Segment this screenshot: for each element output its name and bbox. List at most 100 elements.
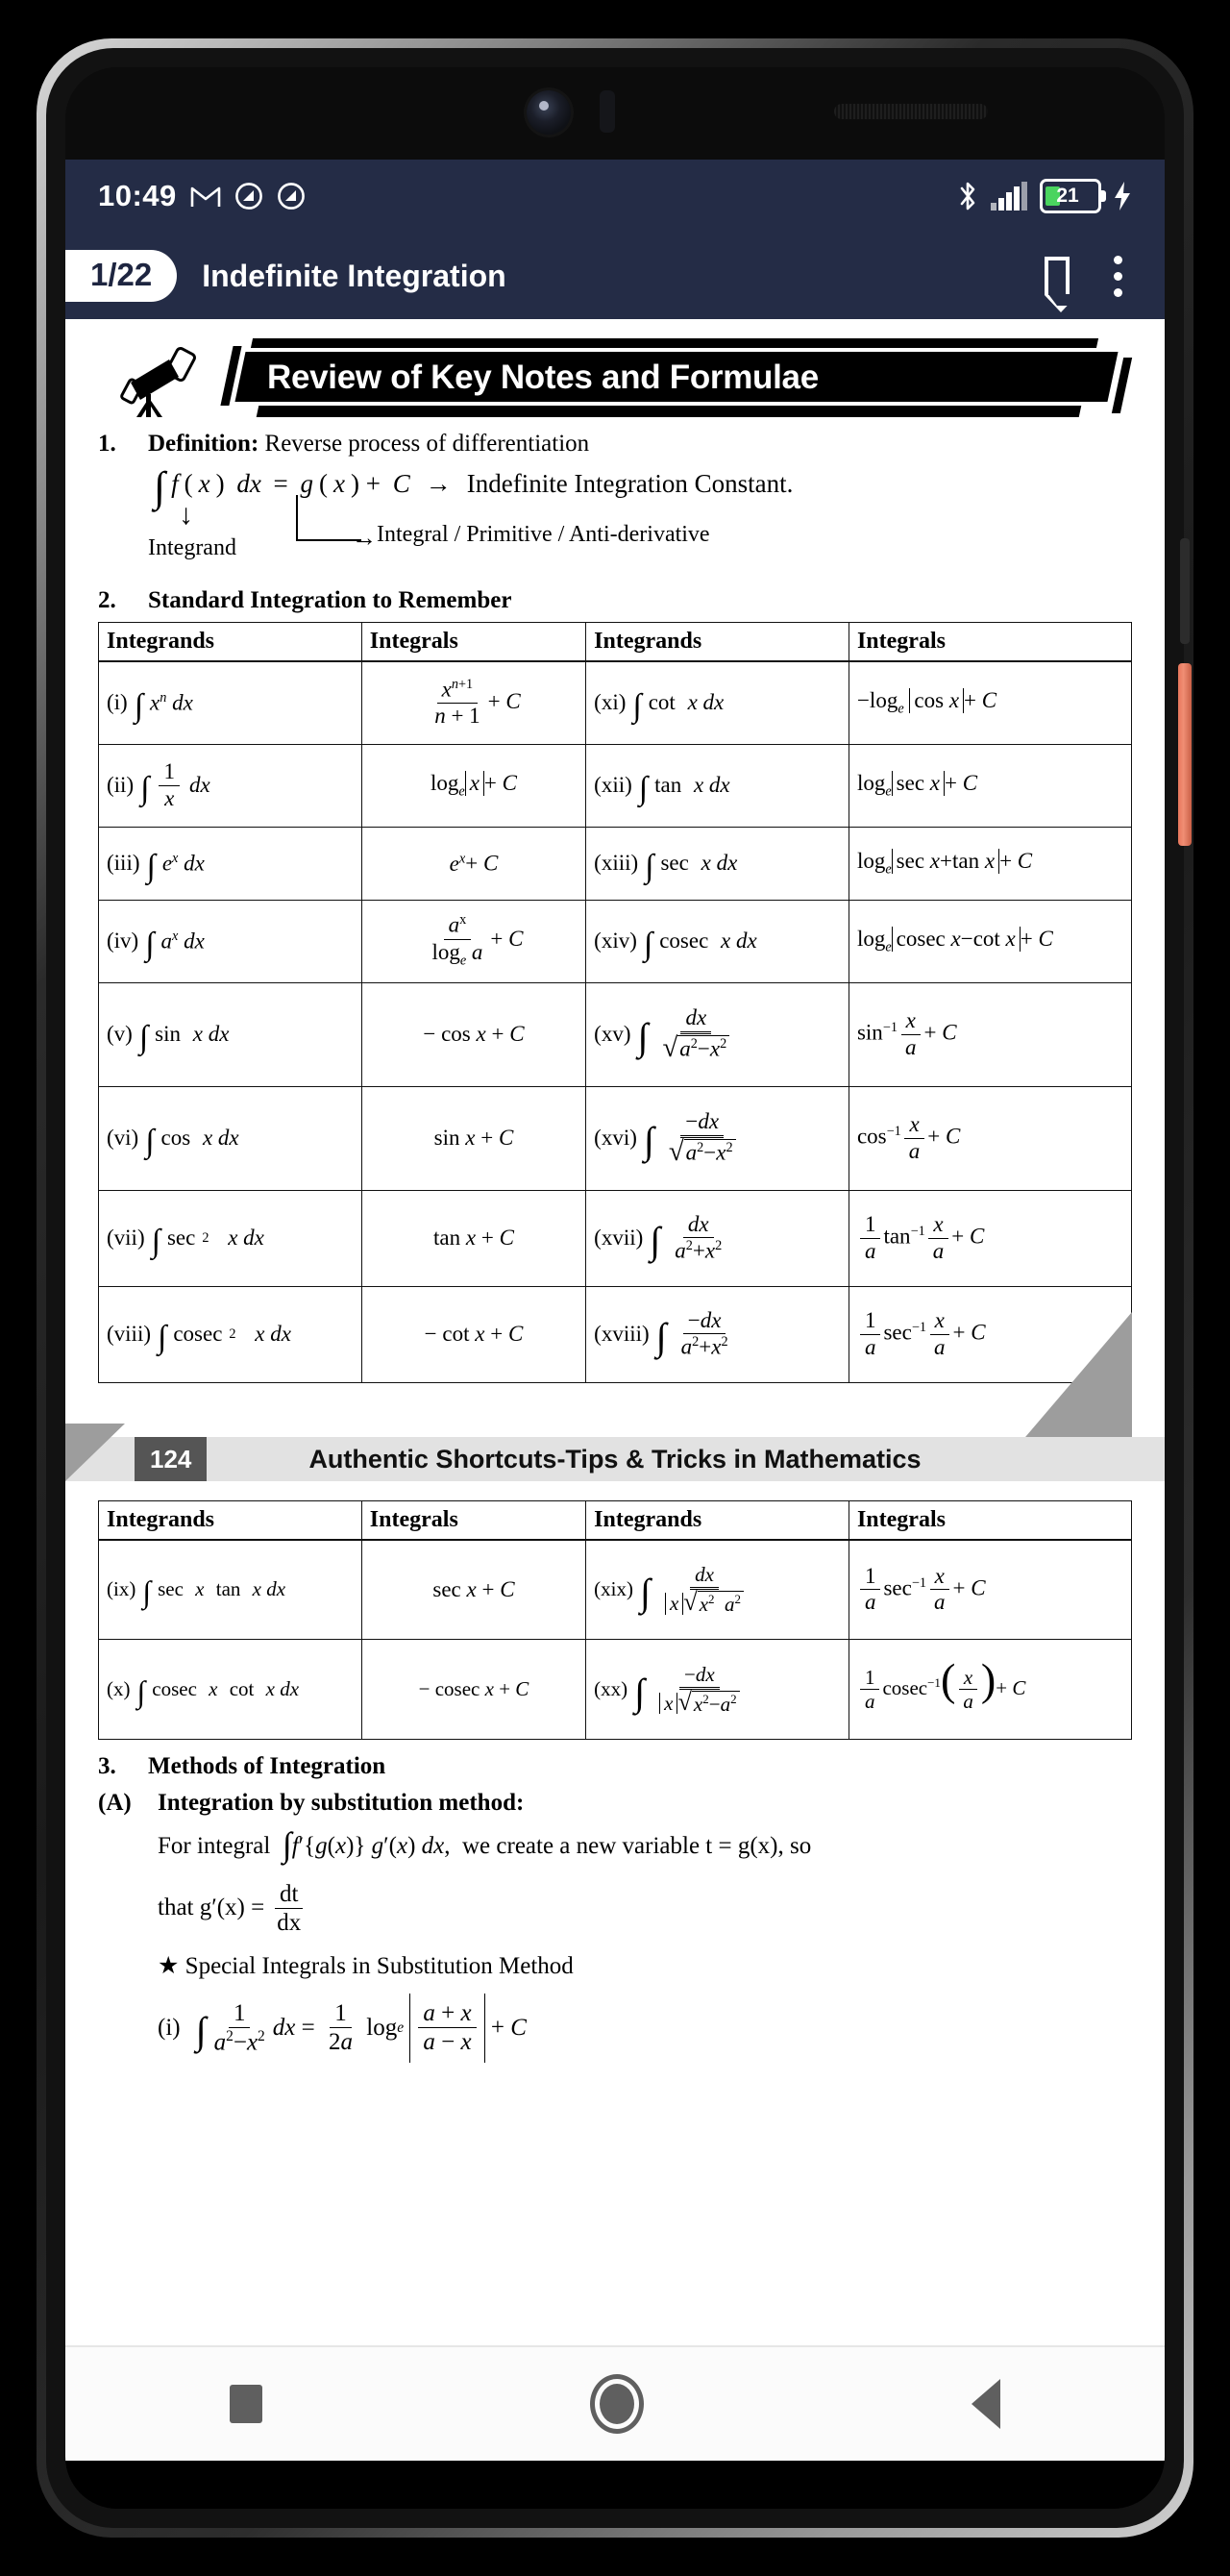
para-part-b: we create a new variable t = g(x), so xyxy=(462,1833,812,1860)
cell-integral: tan x + C xyxy=(360,1189,587,1287)
cell-integral: − cot x + C xyxy=(360,1285,587,1383)
bluetooth-icon xyxy=(957,180,978,212)
section-1-text: Reverse process of differentiation xyxy=(264,431,590,457)
cell-integrand: (xix) ∫ dx x √ x2 a2 xyxy=(585,1539,849,1641)
cell-integrand: (xviii) ∫ −dx a2+x2 xyxy=(585,1285,849,1383)
phone-screen: 10:49 21 1/22 Indefinite Integration Rev… xyxy=(65,67,1165,2509)
cell-integrand: (iv) ∫ ax dx xyxy=(98,899,362,983)
battery-percent: 21 xyxy=(1056,185,1079,207)
page-footer: 124 Authentic Shortcuts-Tips & Tricks in… xyxy=(65,1311,1165,1495)
special-integrals-heading: ★ Special Integrals in Substitution Meth… xyxy=(158,1951,1132,1980)
down-arrow-icon: ↓ xyxy=(179,499,193,532)
cell-integral: 1 a sec−1 x a + C xyxy=(848,1539,1133,1641)
table-row: (viii) ∫ cosec 2 x dx − cot x + C (xviii) ∫ −… xyxy=(98,1285,1133,1383)
section-3-subsection: (A) Integration by substitution method: xyxy=(98,1790,1132,1817)
column-header: Integrals xyxy=(360,1499,587,1541)
proximity-sensor-icon xyxy=(600,90,615,133)
definition-equation-rhs: Indefinite Integration Constant. xyxy=(466,469,794,499)
column-header: Integrands xyxy=(585,1499,849,1541)
more-options-icon[interactable] xyxy=(1114,255,1122,297)
table-row: (iv) ∫ ax dx ax loge a + C (xiv) ∫ cosec x dx … xyxy=(98,899,1133,983)
cell-integral: loge x + C xyxy=(360,743,587,828)
column-header: Integrands xyxy=(585,622,849,663)
decoration-triangle xyxy=(1009,1311,1132,1456)
qr-app-icon xyxy=(234,182,263,211)
status-bar-left: 10:49 xyxy=(98,179,306,213)
column-header: Integrals xyxy=(848,1499,1133,1541)
para-part-c: that g′(x) = xyxy=(158,1895,265,1921)
item-formula: ∫ 1 a2−x2 dx = 1 2a log e a + xa − x + C xyxy=(196,1993,527,2063)
cell-integral: − cosec x + C xyxy=(360,1639,587,1741)
cell-integrand: (x) ∫ cosec x cot x dx xyxy=(98,1639,362,1741)
back-triangle-icon[interactable] xyxy=(972,2379,1001,2429)
cell-integrand: (xx) ∫ −dx x √ x2−a2 xyxy=(585,1639,849,1741)
section-1-number: 1. xyxy=(98,431,116,457)
document-viewer[interactable]: Review of Key Notes and Formulae 1. Defi… xyxy=(65,319,1165,2347)
para-part-a: For integral xyxy=(158,1833,271,1860)
column-header: Integrands xyxy=(98,1499,362,1541)
cell-integrand: (xvii) ∫ dx a2+x2 xyxy=(585,1189,849,1287)
app-bar-actions xyxy=(1045,255,1122,312)
annot-integral: Integral / Primitive / Anti-derivative xyxy=(377,522,710,548)
cell-integrand: (xii) ∫ tan x dx xyxy=(585,743,849,828)
bookmark-icon[interactable] xyxy=(1045,257,1083,312)
cell-integrand: (vii) ∫ sec 2 x dx xyxy=(98,1189,362,1287)
signal-icon xyxy=(990,182,1028,211)
banner-title: Review of Key Notes and Formulae xyxy=(267,359,819,396)
substitution-paragraph: For integral ∫f′{g(x)} g′(x) dx, we crea… xyxy=(158,1825,812,1865)
cell-integral: loge sec x + C xyxy=(848,743,1133,828)
charging-bolt-icon xyxy=(1113,182,1132,211)
page-title: Indefinite Integration xyxy=(202,258,506,293)
column-header: Integrals xyxy=(848,622,1133,663)
cell-integral: cos−1 x a + C xyxy=(848,1085,1133,1191)
frac-denominator: dx xyxy=(277,1909,302,1936)
star-icon: ★ xyxy=(158,1952,180,1979)
column-header: Integrals xyxy=(360,622,587,663)
section-1-label: Definition: xyxy=(148,431,259,457)
section-2-title: Standard Integration to Remember xyxy=(148,587,512,614)
cell-integrand: (xv) ∫ dx √ a2−x2 xyxy=(585,981,849,1087)
substitution-paragraph-2: that g′(x) = dt dx xyxy=(158,1881,1132,1936)
column-header: Integrands xyxy=(98,622,362,663)
cell-integrand: (vi) ∫ cos x dx xyxy=(98,1085,362,1191)
status-bar-right: 21 xyxy=(957,179,1132,213)
cell-integrand: (viii) ∫ cosec 2 x dx xyxy=(98,1285,362,1383)
table-row: (vii) ∫ sec 2 x dx tan x + C (xvii) ∫ dx a2+x2… xyxy=(98,1189,1133,1287)
cell-integrand: (xiv) ∫ cosec x dx xyxy=(585,899,849,983)
cell-integrand: (xvi) ∫ −dx √ a2−x2 xyxy=(585,1085,849,1191)
earpiece-speaker xyxy=(834,104,988,119)
cell-integrand: (v) ∫ sin x dx xyxy=(98,981,362,1087)
cell-integral: 1 a cosec−1(x a)+ C xyxy=(848,1639,1133,1741)
table-row: (x) ∫ cosec x cot x dx − cosec x + C (xx) ∫… xyxy=(98,1639,1133,1741)
cell-integral: 1 a tan−1 x a + C xyxy=(848,1189,1133,1287)
section-3-title: Methods of Integration xyxy=(148,1753,386,1780)
subsection-label: (A) xyxy=(98,1790,132,1817)
power-button[interactable] xyxy=(1178,663,1192,846)
volume-button[interactable] xyxy=(1180,538,1190,644)
table-row: (i) ∫ xn dx xn+1 n + 1 + C (xi) ∫ cot x dx −lo… xyxy=(98,660,1133,745)
special-integral-item: (i) ∫ 1 a2−x2 dx = 1 2a log e a + xa − x + … xyxy=(158,1993,1132,2063)
cell-integral: loge cosec x−cot x + C xyxy=(848,899,1133,983)
cell-integral: loge sec x+tan x + C xyxy=(848,826,1133,901)
home-circle-icon[interactable] xyxy=(589,2374,644,2434)
battery-icon: 21 xyxy=(1040,179,1106,213)
table-row: (ii) ∫ 1 x dx loge x + C (xii) ∫ tan x dx loge se… xyxy=(98,743,1133,828)
cell-integrand: (ii) ∫ 1 x dx xyxy=(98,743,362,828)
definition-annotations: ↓ Integrand → Integral / Primitive / Ant… xyxy=(148,495,1132,583)
status-bar: 10:49 21 xyxy=(65,160,1165,233)
cell-integral: −loge cos x + C xyxy=(848,660,1133,745)
recents-square-icon[interactable] xyxy=(229,2385,262,2423)
subsection-title: Integration by substitution method: xyxy=(158,1790,525,1817)
standard-integrals-table-2: Integrands Integrals Integrands Integral… xyxy=(98,1499,1133,1741)
cell-integrand: (ix) ∫ sec x tan x dx xyxy=(98,1539,362,1641)
page-indicator-badge: 1/22 xyxy=(65,250,178,302)
footer-book-title: Authentic Shortcuts-Tips & Tricks in Mat… xyxy=(308,1444,922,1474)
screenshot-root: 10:49 21 1/22 Indefinite Integration Rev… xyxy=(0,0,1230,2576)
cell-integrand: (iii) ∫ ex dx xyxy=(98,826,362,901)
cell-integrand: (i) ∫ xn dx xyxy=(98,660,362,745)
cell-integrand: (xi) ∫ cot x dx xyxy=(585,660,849,745)
section-3: 3. Methods of Integration xyxy=(98,1753,1132,1780)
frac-numerator: dt xyxy=(274,1881,304,1909)
cell-integral: sin−1 x a + C xyxy=(848,981,1133,1087)
cell-integral: ax loge a + C xyxy=(360,899,587,983)
